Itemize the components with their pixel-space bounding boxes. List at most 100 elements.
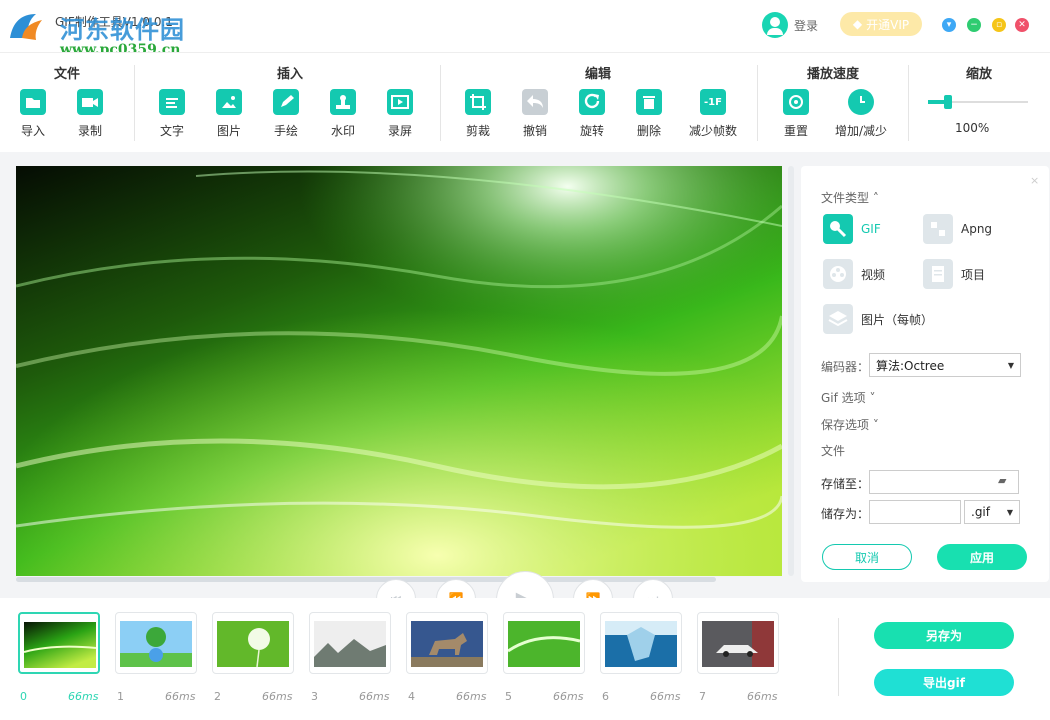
project-icon bbox=[923, 259, 953, 289]
play-screen-icon bbox=[387, 89, 413, 115]
film-reel-icon bbox=[823, 259, 853, 289]
zoom-value: 100% bbox=[955, 121, 990, 135]
apng-icon bbox=[923, 214, 953, 244]
type-option-images[interactable]: 图片（每帧） bbox=[823, 304, 933, 334]
export-gif-button[interactable]: 导出gif bbox=[874, 669, 1014, 696]
group-title-insert: 插入 bbox=[276, 67, 303, 82]
minus-frame-icon: -1F bbox=[700, 89, 726, 115]
frame-index: 2 bbox=[214, 690, 221, 703]
preview-horizontal-scrollbar[interactable] bbox=[16, 577, 716, 582]
reduce-frames-button[interactable]: -1F 减少帧数 bbox=[685, 89, 741, 139]
frame-duration: 66ms bbox=[359, 690, 390, 703]
reduce-frames-label: 减少帧数 bbox=[688, 124, 737, 138]
cancel-button[interactable]: 取消 bbox=[822, 544, 912, 570]
close-icon: ✕ bbox=[1018, 19, 1026, 30]
undo-button[interactable]: 撤销 bbox=[510, 89, 560, 139]
toolbar-group-insert: 插入 文字 图片 手绘 水印 录屏 bbox=[147, 53, 433, 153]
thumb-iceberg bbox=[605, 621, 677, 667]
image-button[interactable]: 图片 bbox=[204, 89, 254, 139]
vip-label: 开通VIP bbox=[866, 17, 910, 32]
reset-speed-button[interactable]: 重置 bbox=[771, 89, 821, 139]
preview-vertical-scrollbar[interactable] bbox=[788, 166, 794, 576]
image-icon bbox=[216, 89, 242, 115]
file-section-label: 文件 bbox=[821, 444, 846, 458]
divider bbox=[440, 65, 441, 141]
close-icon[interactable]: × bbox=[1030, 174, 1039, 187]
maximize-window-button[interactable]: ▫ bbox=[992, 18, 1006, 32]
type-option-gif[interactable]: GIF bbox=[823, 214, 881, 244]
frame-thumbnail-6[interactable] bbox=[600, 612, 682, 674]
folder-open-icon[interactable]: ▰ bbox=[998, 474, 1006, 487]
minimize-window-button[interactable]: − bbox=[967, 18, 981, 32]
rotate-button[interactable]: 旋转 bbox=[567, 89, 617, 139]
type-option-video[interactable]: 视频 bbox=[823, 259, 885, 289]
import-label: 导入 bbox=[20, 124, 45, 138]
frame-index: 4 bbox=[408, 690, 415, 703]
type-label-video: 视频 bbox=[861, 267, 886, 282]
frame-index: 7 bbox=[699, 690, 706, 703]
minus-frame-text: -1F bbox=[704, 96, 722, 108]
close-window-button[interactable]: ✕ bbox=[1015, 18, 1029, 32]
type-label-apng: Apng bbox=[961, 222, 993, 236]
extension-value: .gif bbox=[971, 505, 990, 519]
chevron-up-icon: ˄ bbox=[872, 191, 879, 205]
zoom-slider-handle[interactable] bbox=[944, 95, 952, 109]
frame-thumbnail-2[interactable] bbox=[212, 612, 294, 674]
frame-index: 5 bbox=[505, 690, 512, 703]
avatar-icon bbox=[762, 12, 788, 38]
frame-thumbnail-4[interactable] bbox=[406, 612, 488, 674]
file-type-header[interactable]: 文件类型 ˄ bbox=[821, 189, 879, 206]
extension-select[interactable]: .gif ▼ bbox=[964, 500, 1020, 524]
text-button[interactable]: 文字 bbox=[147, 89, 197, 139]
save-as-button[interactable]: 另存为 bbox=[874, 622, 1014, 649]
adjust-speed-button[interactable]: 增加/减少 bbox=[833, 89, 889, 139]
frame-thumbnail-1[interactable] bbox=[115, 612, 197, 674]
save-to-label: 存储至： bbox=[821, 477, 870, 491]
screen-record-button[interactable]: 录屏 bbox=[375, 89, 425, 139]
toolbar-group-edit: 编辑 剪裁 撤销 旋转 删除 -1F 减少帧数 bbox=[453, 53, 743, 153]
type-option-project[interactable]: 项目 bbox=[923, 259, 985, 289]
restore-window-button[interactable]: ▾ bbox=[942, 18, 956, 32]
record-label: 录制 bbox=[77, 124, 102, 138]
type-option-apng[interactable]: Apng bbox=[923, 214, 992, 244]
gif-options-toggle[interactable]: Gif 选项 ˅ bbox=[821, 389, 876, 406]
text-icon bbox=[159, 89, 185, 115]
frame-duration: 66ms bbox=[262, 690, 293, 703]
group-title-speed: 播放速度 bbox=[806, 67, 859, 82]
filename-input[interactable] bbox=[869, 500, 961, 524]
apply-button[interactable]: 应用 bbox=[937, 544, 1027, 570]
vip-button[interactable]: ◆ 开通VIP bbox=[840, 12, 922, 36]
frame-strip: 0 66ms 1 66ms 2 66ms 3 66ms 4 66ms 5 66m… bbox=[0, 598, 1050, 720]
frame-thumbnail-7[interactable] bbox=[697, 612, 779, 674]
text-label: 文字 bbox=[159, 124, 184, 138]
crop-button[interactable]: 剪裁 bbox=[453, 89, 503, 139]
record-button[interactable]: 录制 bbox=[65, 89, 115, 139]
chevron-down-icon: ▾ bbox=[946, 19, 952, 30]
file-type-label: 文件类型 bbox=[821, 191, 870, 205]
frame-thumbnail-3[interactable] bbox=[309, 612, 391, 674]
login-button[interactable]: 登录 bbox=[762, 12, 818, 38]
frame-duration: 66ms bbox=[650, 690, 681, 703]
chevron-down-icon: ˅ bbox=[872, 418, 879, 432]
folder-icon bbox=[20, 89, 46, 115]
thumb-dandelion bbox=[217, 621, 289, 667]
draw-button[interactable]: 手绘 bbox=[261, 89, 311, 139]
encoder-select[interactable]: 算法:Octree ▼ bbox=[869, 353, 1021, 377]
import-button[interactable]: 导入 bbox=[8, 89, 58, 139]
pencil-icon bbox=[273, 89, 299, 115]
type-label-project: 项目 bbox=[961, 267, 986, 282]
toolbar-group-speed: 播放速度 重置 增加/减少 bbox=[769, 53, 897, 153]
save-to-input[interactable] bbox=[869, 470, 1019, 494]
watermark-button[interactable]: 水印 bbox=[318, 89, 368, 139]
delete-button[interactable]: 删除 bbox=[624, 89, 674, 139]
reset-speed-label: 重置 bbox=[783, 124, 808, 138]
encoder-value: 算法:Octree bbox=[876, 358, 945, 373]
frame-thumbnail-0[interactable] bbox=[18, 612, 100, 674]
crop-label: 剪裁 bbox=[465, 124, 490, 138]
save-options-toggle[interactable]: 保存选项 ˅ bbox=[821, 416, 879, 433]
preview-canvas bbox=[16, 166, 782, 576]
watermark-label: 水印 bbox=[330, 124, 355, 138]
frame-duration: 66ms bbox=[553, 690, 584, 703]
frame-thumbnail-5[interactable] bbox=[503, 612, 585, 674]
caret-down-icon: ▼ bbox=[1007, 360, 1014, 370]
